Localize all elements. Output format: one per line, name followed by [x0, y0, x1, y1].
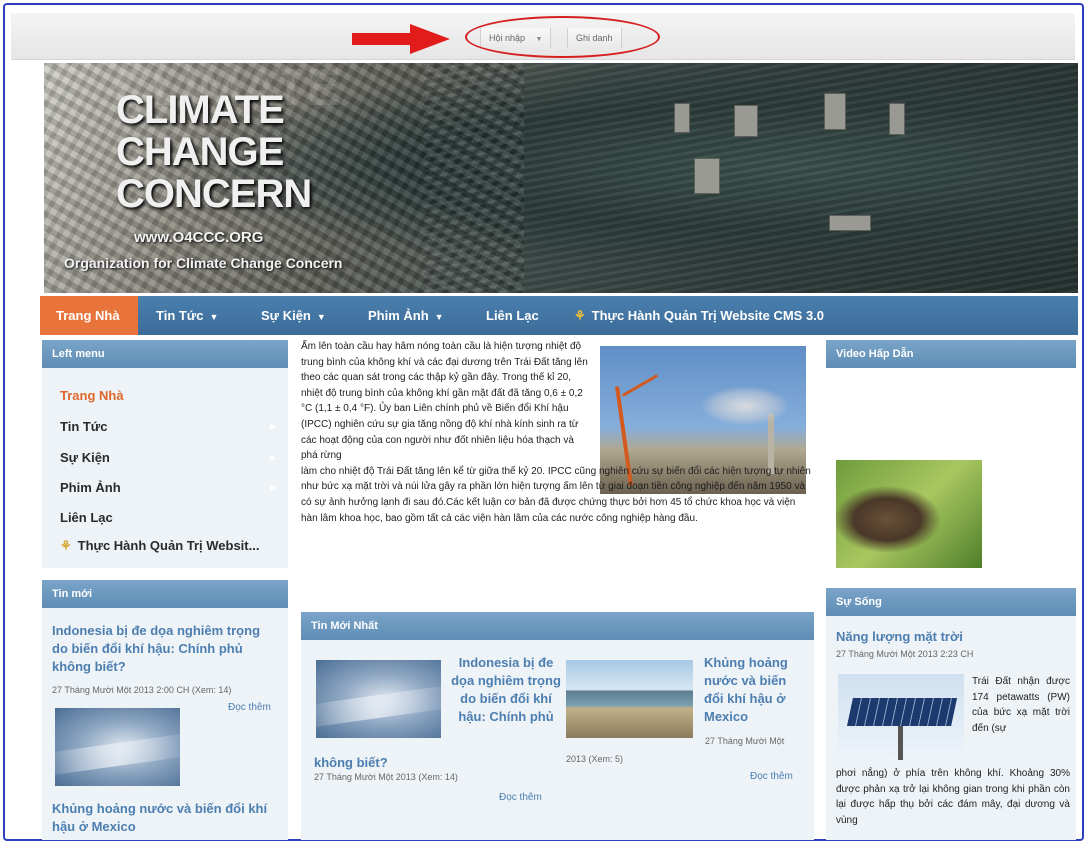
nav-label: Trang Nhà — [56, 308, 120, 323]
building-shape — [829, 215, 871, 231]
banner-site-url: www.O4CCC.ORG — [134, 229, 264, 246]
cms-icon: ⚘ — [60, 538, 72, 553]
life-item-meta: 27 Tháng Mười Một 2013 2:23 CH — [836, 649, 974, 659]
left-menu-item-cms[interactable]: ⚘ Thực Hành Quản Trị Websit... — [60, 538, 259, 554]
new-news-header: Tin mới — [42, 580, 288, 608]
highlight-ellipse — [465, 16, 660, 58]
latest-news-card-meta: 27 Tháng Mười Một — [705, 736, 785, 746]
left-menu-item-news[interactable]: Tin Tức — [60, 419, 107, 434]
nav-item-contact[interactable]: Liên Lạc — [470, 296, 555, 335]
smoke-stack-photo[interactable] — [55, 708, 180, 786]
chevron-down-icon: ▼ — [434, 312, 444, 322]
left-menu-item-events[interactable]: Sự Kiện — [60, 450, 110, 465]
banner-title-line: CONCERN — [116, 172, 312, 216]
red-arrow-icon — [352, 24, 450, 54]
building-shape — [824, 93, 846, 130]
smoke-stack-photo[interactable] — [316, 660, 441, 738]
building-shape — [674, 103, 690, 133]
read-more-link[interactable]: Đọc thêm — [228, 702, 271, 713]
life-item-text: phơi nắng) ở phía trên không khí. Khoảng… — [836, 768, 1070, 826]
left-menu-item-contact[interactable]: Liên Lạc — [60, 510, 113, 525]
header-banner: CLIMATE CLIMATE CHANGE CONCERN www.O4CCC… — [44, 63, 1078, 293]
banner-title-line: CLIMATE — [116, 88, 285, 132]
life-item-title[interactable]: Năng lượng mặt trời — [836, 628, 963, 646]
life-header: Sự Sống — [826, 588, 1076, 616]
new-news-item-title[interactable]: Indonesia bị đe dọa nghiêm trọng do biến… — [52, 622, 277, 676]
banner-title-line: CHANGE — [116, 130, 284, 174]
left-menu-item-label: Thực Hành Quản Trị Websit... — [77, 538, 260, 553]
latest-news-card-title[interactable]: Indonesia bị đe dọa nghiêm trọng do biến… — [451, 654, 561, 726]
nav-label: Thực Hành Quản Trị Website CMS 3.0 — [591, 308, 825, 323]
chevron-right-icon: ▶ — [270, 422, 277, 431]
main-nav: Trang Nhà Tin Tức ▼ Sự Kiện ▼ Phim Ảnh ▼ Li… — [40, 296, 1078, 335]
left-menu-item-home[interactable]: Trang Nhà — [60, 388, 124, 403]
chevron-right-icon: ▶ — [270, 483, 277, 492]
solar-panel-photo[interactable] — [838, 674, 964, 760]
chevron-down-icon: ▼ — [316, 312, 326, 322]
solar-panel-shape — [847, 698, 957, 726]
chevron-down-icon: ▼ — [209, 312, 219, 322]
left-menu-header: Left menu — [42, 340, 288, 368]
building-shape — [889, 103, 905, 135]
nav-item-home[interactable]: Trang Nhà — [40, 296, 138, 335]
new-news-item-title[interactable]: Khủng hoảng nước và biến đổi khí hậu ở M… — [52, 800, 280, 836]
building-shape — [734, 105, 758, 137]
cms-icon: ⚘ — [574, 308, 586, 323]
nav-label: Liên Lạc — [486, 308, 539, 323]
latest-news-header: Tin Mới Nhất — [301, 612, 814, 640]
latest-news-card-title-cont[interactable]: không biết? — [314, 754, 388, 772]
banner-title: CLIMATE CHANGE CONCERN — [116, 88, 312, 216]
nav-item-news[interactable]: Tin Tức ▼ — [140, 296, 234, 335]
video-header: Video Hấp Dẫn — [826, 340, 1076, 368]
article-body: Ấm lên toàn cầu hay hâm nóng toàn cầu là… — [301, 339, 813, 526]
read-more-link[interactable]: Đọc thêm — [750, 771, 793, 782]
nav-item-events[interactable]: Sự Kiện ▼ — [245, 296, 342, 335]
chevron-right-icon: ▶ — [270, 453, 277, 462]
sea-image — [424, 63, 1078, 293]
pole-shape — [898, 726, 903, 760]
marmot-video-thumbnail[interactable] — [836, 460, 982, 568]
latest-news-card-meta: 2013 (Xem: 5) — [566, 754, 624, 764]
latest-news-card-title[interactable]: Khủng hoảng nước và biến đổi khí hậu ở M… — [704, 654, 806, 726]
beach-photo[interactable] — [566, 660, 693, 738]
nav-label: Phim Ảnh — [368, 308, 429, 323]
banner-org-name: Organization for Climate Change Concern — [64, 255, 343, 271]
new-news-item-meta: 27 Tháng Mười Một 2013 2:00 CH (Xem: 14) — [52, 685, 232, 695]
nav-item-cms[interactable]: ⚘ Thực Hành Quản Trị Website CMS 3.0 — [558, 296, 840, 335]
latest-news-card-meta: 27 Tháng Mười Một 2013 (Xem: 14) — [314, 772, 458, 782]
left-menu-item-videos[interactable]: Phim Ảnh — [60, 480, 121, 495]
life-item-text-side: Trái Đất nhận được 174 petawatts (PW) củ… — [972, 676, 1070, 734]
article-text-top: Ấm lên toàn cầu hay hâm nóng toàn cầu là… — [301, 341, 588, 462]
nav-item-videos[interactable]: Phim Ảnh ▼ — [352, 296, 460, 335]
nav-label: Tin Tức — [156, 308, 204, 323]
nav-label: Sự Kiện — [261, 308, 311, 323]
building-shape — [694, 158, 720, 194]
article-text-bottom: làm cho nhiệt độ Trái Đất tăng lên kể từ… — [301, 465, 811, 524]
read-more-link[interactable]: Đọc thêm — [499, 792, 542, 803]
